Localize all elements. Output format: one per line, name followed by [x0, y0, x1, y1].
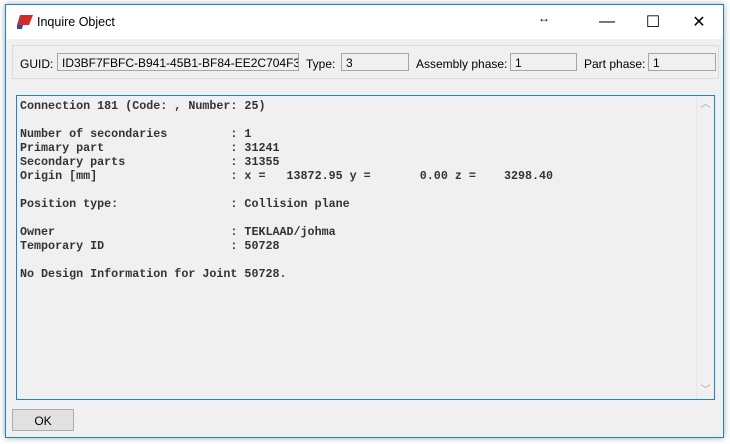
guid-field[interactable]: ID3BF7FBFC-B941-45B1-BF84-EE2C704F3DCA [57, 53, 299, 71]
report-line: Number of secondaries : 1 [20, 127, 252, 141]
type-field[interactable]: 3 [341, 53, 409, 71]
report-line: No Design Information for Joint 50728. [20, 267, 287, 281]
report-line: Origin [mm] : x = 13872.95 y = 0.00 z = … [20, 169, 554, 183]
minimize-button[interactable]: — [584, 5, 630, 39]
report-line: Secondary parts : 31355 [20, 155, 280, 169]
inquire-object-window: Inquire Object ↔ — ☐ ✕ GUID: ID3BF7FBFC-… [5, 4, 724, 438]
resize-arrows-icon[interactable]: ↔ [538, 11, 550, 25]
report-text: Connection 181 (Code: , Number: 25) Numbe… [20, 99, 553, 281]
assembly-phase-label: Assembly phase: [416, 57, 508, 71]
ok-button[interactable]: OK [12, 409, 74, 431]
type-label: Type: [306, 57, 336, 71]
report-line: Primary part : 31241 [20, 141, 280, 155]
maximize-button[interactable]: ☐ [630, 5, 676, 39]
report-line: Owner : TEKLAAD/johma [20, 225, 336, 239]
object-info-bar: GUID: ID3BF7FBFC-B941-45B1-BF84-EE2C704F… [12, 45, 719, 79]
report-line [20, 183, 553, 197]
report-line: Temporary ID : 50728 [20, 239, 280, 253]
assembly-phase-field[interactable]: 1 [510, 53, 577, 71]
guid-label: GUID: [20, 57, 54, 71]
vertical-scrollbar[interactable]: ︿ ﹀ [696, 96, 714, 399]
close-button[interactable]: ✕ [676, 5, 722, 39]
report-text-area[interactable]: Connection 181 (Code: , Number: 25) Numbe… [16, 95, 715, 400]
part-phase-field[interactable]: 1 [648, 53, 716, 71]
report-line [20, 253, 553, 267]
report-line: Connection 181 (Code: , Number: 25) [20, 99, 266, 113]
scroll-down-icon[interactable]: ﹀ [697, 382, 714, 399]
title-bar[interactable]: Inquire Object ↔ — ☐ ✕ [6, 5, 723, 39]
window-title: Inquire Object [37, 15, 115, 29]
scroll-up-icon[interactable]: ︿ [697, 96, 714, 113]
report-line [20, 113, 553, 127]
part-phase-label: Part phase: [584, 57, 646, 71]
app-icon [17, 15, 33, 29]
report-line: Position type: : Collision plane [20, 197, 350, 211]
report-line [20, 211, 553, 225]
